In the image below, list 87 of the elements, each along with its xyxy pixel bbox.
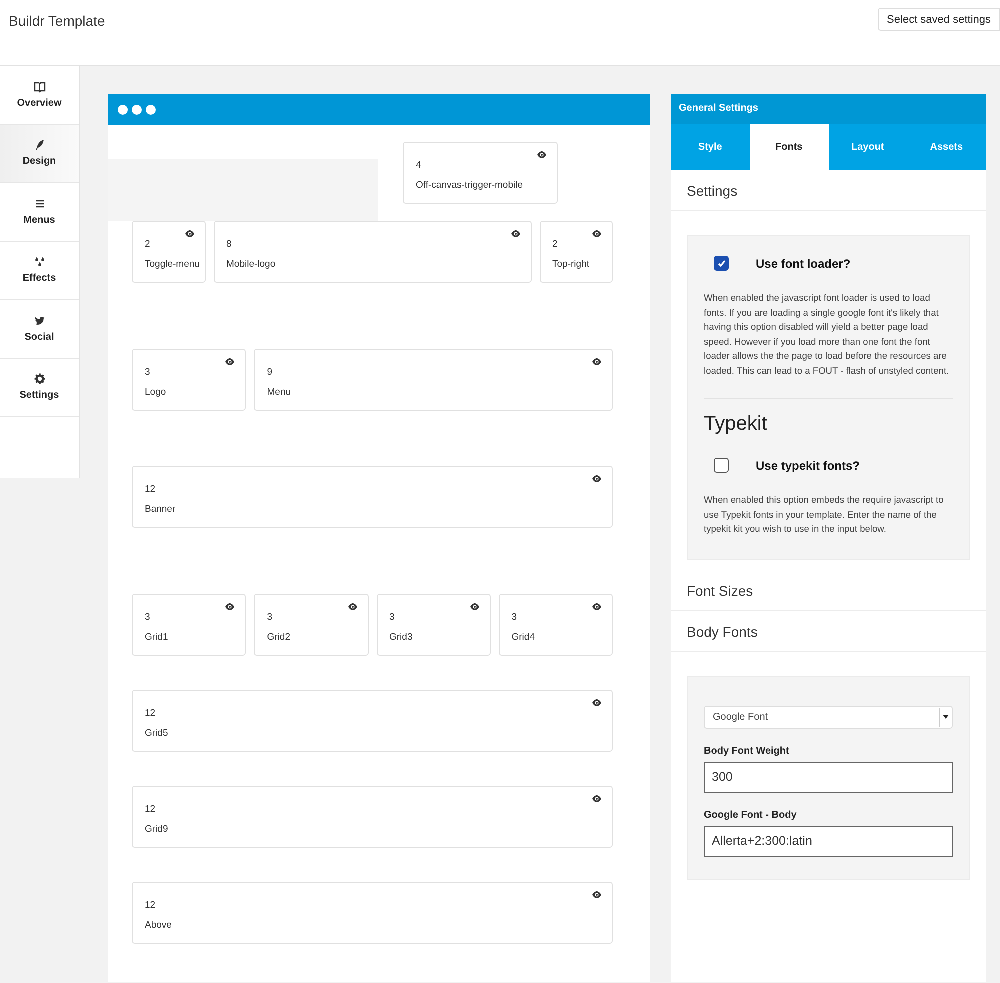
- checkbox-label: Use typekit fonts?: [756, 458, 860, 472]
- eye-icon[interactable]: [510, 230, 520, 238]
- block-name: Grid4: [512, 632, 535, 643]
- layout-block[interactable]: 3 Grid2: [254, 594, 368, 656]
- field-label: Google Font - Body: [704, 810, 798, 820]
- column-span: 12: [145, 484, 156, 495]
- subsection-heading: Typekit: [704, 413, 768, 436]
- column-span: 12: [145, 900, 156, 911]
- caret-icon: [943, 715, 949, 719]
- layout-block[interactable]: 9 Menu: [254, 349, 613, 411]
- column-span: 12: [145, 708, 156, 719]
- section-heading: Font Sizes: [671, 570, 986, 610]
- eye-icon[interactable]: [225, 603, 236, 611]
- layout-block[interactable]: 12 Grid5: [132, 690, 613, 752]
- eye-icon[interactable]: [592, 891, 602, 899]
- eye-icon[interactable]: [592, 230, 602, 238]
- eye-icon[interactable]: [592, 358, 602, 366]
- checkbox[interactable]: [714, 458, 729, 473]
- column-span: 3: [145, 612, 150, 623]
- saved-settings-select[interactable]: Select saved settings: [878, 8, 1000, 31]
- layout-block[interactable]: 8 Mobile-logo: [214, 221, 532, 283]
- description-text: When enabled the javascript font loader is used to load fonts. If you are loading a single google font it's likely that having this option disabled will yield a better page load speed. However if you load more than one font the font loader allows the the page to load before the resources are loaded. This can lead to a FOUT - flash of unstyled content.: [704, 292, 950, 378]
- eye-icon[interactable]: [592, 795, 602, 803]
- eye-icon[interactable]: [348, 603, 358, 611]
- layout-block[interactable]: 2 Toggle-menu: [132, 221, 206, 283]
- layout-block[interactable]: 3 Grid3: [376, 594, 491, 656]
- eye-icon[interactable]: [592, 475, 602, 483]
- column-span: 9: [267, 367, 273, 378]
- block-name: Grid1: [145, 632, 168, 643]
- column-span: 4: [416, 160, 422, 171]
- block-name: Grid5: [145, 728, 168, 739]
- feather-icon: [34, 139, 46, 152]
- column-span: 3: [512, 612, 518, 623]
- block-name: Toggle-menu: [145, 259, 200, 270]
- input-field[interactable]: 300: [704, 762, 953, 792]
- eye-icon[interactable]: [225, 358, 236, 366]
- column-span: 3: [390, 612, 395, 623]
- eye-icon[interactable]: [592, 603, 602, 611]
- page-title: Buildr Template: [9, 13, 106, 29]
- block-name: Grid2: [267, 632, 290, 643]
- section-heading: Settings: [671, 170, 986, 211]
- column-span: 8: [226, 239, 232, 250]
- column-span: 3: [267, 612, 273, 623]
- bird-icon: [34, 314, 46, 327]
- block-name: Menu: [267, 387, 292, 398]
- sidebar-item[interactable]: Design: [0, 124, 79, 183]
- block-name: Banner: [145, 504, 176, 515]
- field-label: Body Font Weight: [704, 746, 790, 756]
- layout-block[interactable]: 3 Logo: [132, 349, 246, 411]
- section-heading: Body Fonts: [671, 610, 986, 652]
- eye-icon[interactable]: [470, 603, 480, 611]
- block-name: Grid3: [390, 632, 413, 643]
- block-name: Above: [145, 920, 172, 931]
- sidebar-item[interactable]: Effects: [0, 242, 79, 300]
- layout-block[interactable]: 12 Grid9: [132, 786, 613, 848]
- description-text: When enabled this option embeds the require javascript to use Typekit fonts in your template. Enter the name of the typekit kit you wish to use in the input below.: [704, 494, 945, 536]
- checkbox-label: Use font loader?: [756, 256, 851, 270]
- book-icon: [34, 80, 46, 93]
- settings-icon: [34, 373, 46, 386]
- column-span: 2: [552, 239, 558, 250]
- layout-block[interactable]: 12 Banner: [132, 466, 613, 528]
- layout-block[interactable]: 12 Above: [132, 882, 613, 944]
- panel-title: General Settings: [671, 94, 986, 124]
- font-source-select[interactable]: Google Font: [704, 706, 953, 728]
- layout-block[interactable]: 3 Grid1: [132, 594, 246, 656]
- eye-icon[interactable]: [592, 699, 602, 707]
- eye-icon[interactable]: [537, 151, 547, 159]
- layout-block[interactable]: 3 Grid4: [498, 594, 613, 656]
- layout-block[interactable]: 4 Off-canvas-trigger-mobile: [403, 142, 558, 204]
- block-name: Grid9: [145, 824, 168, 835]
- check-icon: [716, 258, 726, 268]
- layout-block[interactable]: 2 Top-right: [540, 221, 613, 283]
- column-span: 12: [145, 804, 156, 815]
- block-name: Top-right: [552, 259, 590, 270]
- drops-icon: [34, 256, 46, 268]
- tab[interactable]: Fonts: [750, 124, 828, 170]
- window-dots-icon: [117, 104, 157, 116]
- block-name: Mobile-logo: [226, 259, 276, 270]
- block-name: Off-canvas-trigger-mobile: [416, 180, 524, 191]
- eye-icon[interactable]: [184, 230, 194, 238]
- checkbox[interactable]: [714, 256, 729, 271]
- sidebar-item[interactable]: Settings: [0, 358, 79, 417]
- menu-icon: [34, 198, 46, 210]
- column-span: 2: [145, 239, 150, 250]
- column-span: 3: [145, 367, 150, 378]
- block-name: Logo: [145, 387, 166, 398]
- input-field[interactable]: Allerta+2:300:latin: [704, 826, 953, 856]
